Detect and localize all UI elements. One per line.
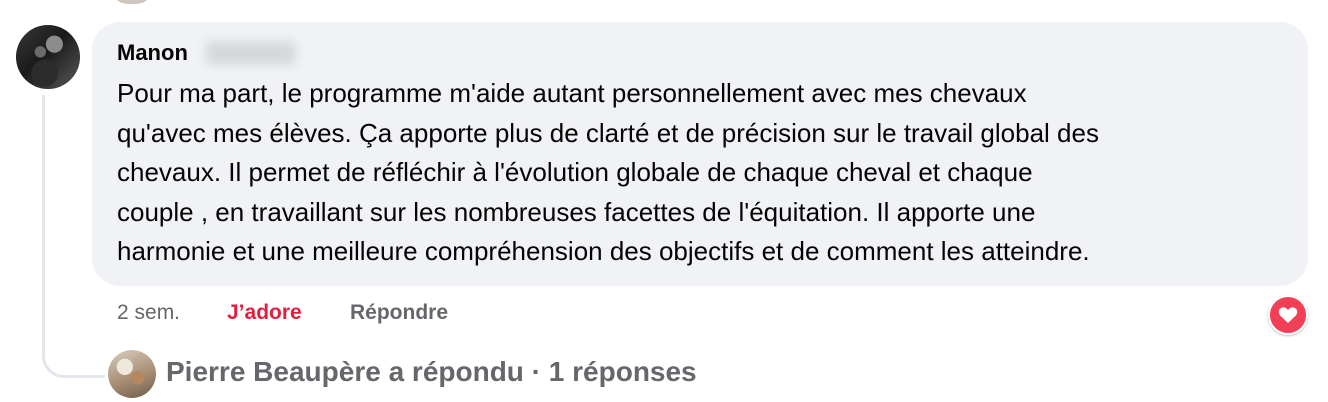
- blurred-surname: [206, 41, 296, 65]
- view-replies-link[interactable]: Pierre Beaupère a répondu · 1 réponses: [166, 356, 697, 388]
- previous-avatar-edge: [110, 0, 154, 4]
- comment-timestamp[interactable]: 2 sem.: [117, 301, 180, 325]
- like-button[interactable]: J’adore: [227, 301, 302, 325]
- reply-author-avatar[interactable]: [108, 350, 156, 398]
- reply-button[interactable]: Répondre: [350, 301, 448, 325]
- comment-author-name[interactable]: Manon: [117, 40, 188, 66]
- commenter-avatar[interactable]: [16, 25, 80, 89]
- reaction-badge[interactable]: [1268, 295, 1308, 335]
- heart-icon: [1278, 307, 1298, 323]
- comment-text: Pour ma part, le programme m'aide autant…: [117, 78, 1099, 266]
